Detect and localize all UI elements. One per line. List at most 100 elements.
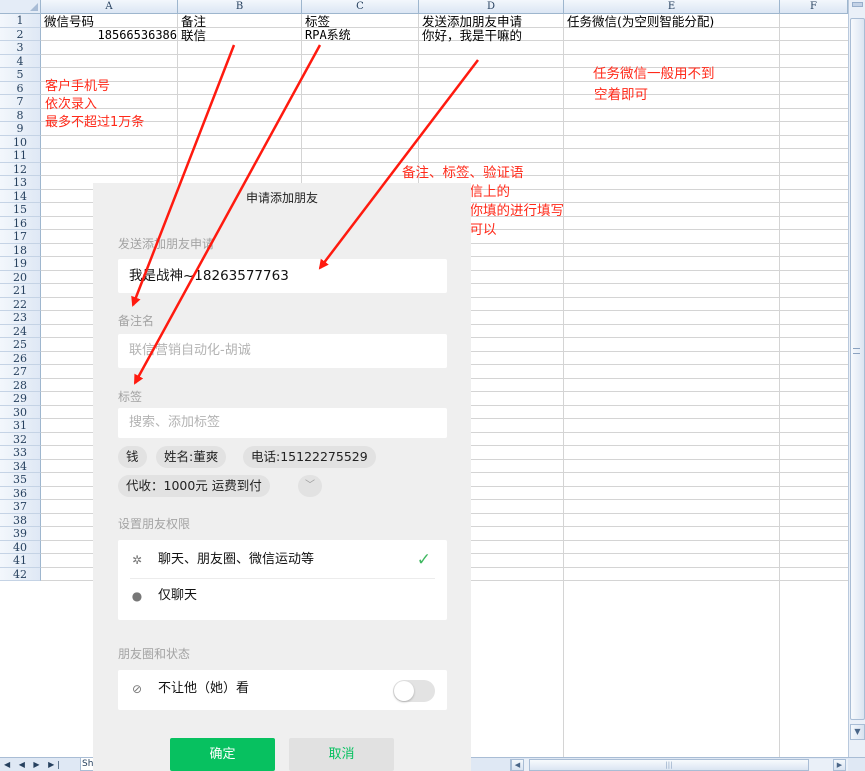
row-header-7[interactable]: 7 <box>0 95 41 109</box>
cell-d1[interactable]: 发送添加朋友申请 <box>422 15 522 28</box>
note-line: 空着即可 <box>594 87 648 103</box>
row-header-33[interactable]: 33 <box>0 446 41 460</box>
cell-a2[interactable]: 18566536386 <box>44 29 177 42</box>
row-header-39[interactable]: 39 <box>0 527 41 541</box>
row-header-11[interactable]: 11 <box>0 149 41 163</box>
remark-name-input[interactable]: 联信营销自动化-胡诚 <box>118 334 447 368</box>
row-header-28[interactable]: 28 <box>0 378 41 392</box>
moments-icon: ✲ <box>131 553 143 567</box>
row-header-6[interactable]: 6 <box>0 81 41 95</box>
sheet-nav-buttons[interactable]: ◀ ◀ ▶ ▶| <box>0 758 63 771</box>
row-header-19[interactable]: 19 <box>0 257 41 271</box>
hide-moments-label: 不让他（她）看 <box>158 681 250 696</box>
split-handle[interactable] <box>852 2 863 7</box>
add-friend-dialog: 申请添加朋友 发送添加朋友申请 我是战神~18263577763 备注名 联信营… <box>93 183 471 771</box>
row-header-38[interactable]: 38 <box>0 513 41 527</box>
cell-b2[interactable]: 联信 <box>181 29 206 42</box>
cell-a1[interactable]: 微信号码 <box>44 15 94 28</box>
row-header-24[interactable]: 24 <box>0 324 41 338</box>
row-header-5[interactable]: 5 <box>0 68 41 82</box>
grip-icon <box>853 348 860 354</box>
row-header-22[interactable]: 22 <box>0 297 41 311</box>
cell-b1[interactable]: 备注 <box>181 15 206 28</box>
row-header-2[interactable]: 2 <box>0 27 41 41</box>
row-header-4[interactable]: 4 <box>0 54 41 68</box>
tag-chip[interactable]: 代收：1000元 运费到付 <box>118 475 270 497</box>
check-icon: ✓ <box>416 550 431 570</box>
row-header-34[interactable]: 34 <box>0 459 41 473</box>
confirm-button[interactable]: 确定 <box>170 738 275 771</box>
row-header-26[interactable]: 26 <box>0 351 41 365</box>
row-header-15[interactable]: 15 <box>0 203 41 217</box>
vertical-scrollbar[interactable]: ▼ <box>848 0 865 757</box>
chevron-down-icon[interactable]: ﹀ <box>298 475 322 497</box>
cell-d2[interactable]: 你好，我是干嘛的 <box>422 29 522 42</box>
permission-option-chat-only[interactable]: ● 仅聊天 <box>118 579 447 613</box>
row-header-3[interactable]: 3 <box>0 41 41 55</box>
column-header-c[interactable]: C <box>302 0 419 14</box>
hscroll-thumb[interactable]: ||| <box>529 759 809 771</box>
row-header-36[interactable]: 36 <box>0 486 41 500</box>
grid-line <box>41 67 848 68</box>
column-header-b[interactable]: B <box>178 0 302 14</box>
row-header-32[interactable]: 32 <box>0 432 41 446</box>
row-header-20[interactable]: 20 <box>0 270 41 284</box>
row-header-42[interactable]: 42 <box>0 567 41 581</box>
row-header-18[interactable]: 18 <box>0 243 41 257</box>
column-header-e[interactable]: E <box>564 0 780 14</box>
row-header-8[interactable]: 8 <box>0 108 41 122</box>
moments-panel: ⊘ 不让他（她）看 <box>118 670 447 710</box>
row-header-23[interactable]: 23 <box>0 311 41 325</box>
row-header-31[interactable]: 31 <box>0 419 41 433</box>
cell-e1[interactable]: 任务微信(为空则智能分配) <box>567 15 714 28</box>
note-line: 客户手机号 <box>45 79 111 94</box>
tag-section-label: 标签 <box>118 390 143 404</box>
horizontal-scrollbar[interactable]: ◀ ||| ▶ <box>510 759 848 771</box>
row-header-9[interactable]: 9 <box>0 122 41 136</box>
row-header-35[interactable]: 35 <box>0 473 41 487</box>
row-header-29[interactable]: 29 <box>0 392 41 406</box>
app-window: ABCDEF 1 2 3 4 5 6 7 8 9 10 11 12 13 14 15 16 17 18 19 20 21… <box>0 0 865 771</box>
column-header-f[interactable]: F <box>780 0 848 14</box>
cancel-button[interactable]: 取消 <box>289 738 394 771</box>
hide-moments-option[interactable]: ⊘ 不让他（她）看 <box>118 672 447 706</box>
scroll-left-button[interactable]: ◀ <box>511 759 524 771</box>
row-header-40[interactable]: 40 <box>0 540 41 554</box>
row-header-21[interactable]: 21 <box>0 284 41 298</box>
tag-search-input[interactable]: 搜索、添加标签 <box>118 408 447 438</box>
row-header-16[interactable]: 16 <box>0 216 41 230</box>
row-header-41[interactable]: 41 <box>0 554 41 568</box>
select-all-corner[interactable] <box>0 0 41 14</box>
grid-line <box>41 80 848 82</box>
row-header-17[interactable]: 17 <box>0 230 41 244</box>
row-header-27[interactable]: 27 <box>0 365 41 379</box>
scroll-right-button[interactable]: ▶ <box>833 759 846 771</box>
tag-chip[interactable]: 钱 <box>118 446 147 468</box>
tag-chip[interactable]: 电话:15122275529 <box>243 446 376 468</box>
hide-moments-toggle[interactable] <box>393 680 435 702</box>
grid-line <box>41 121 848 122</box>
row-header-12[interactable]: 12 <box>0 162 41 176</box>
note-line: 任务微信一般用不到 <box>593 66 715 82</box>
scroll-thumb[interactable] <box>850 18 865 720</box>
dialog-title: 申请添加朋友 <box>245 191 318 205</box>
row-header-30[interactable]: 30 <box>0 405 41 419</box>
row-header-37[interactable]: 37 <box>0 500 41 514</box>
permission-option-all[interactable]: ✲ 聊天、朋友圈、微信运动等 ✓ <box>118 543 447 577</box>
row-header-14[interactable]: 14 <box>0 189 41 203</box>
cell-c1[interactable]: 标签 <box>305 15 330 28</box>
tag-chip[interactable]: 姓名:董爽 <box>156 446 227 468</box>
note-task-wechat: 任务微信一般用不到 空着即可 <box>593 64 715 106</box>
cell-c2[interactable]: RPA系统 <box>305 29 351 42</box>
row-header-13[interactable]: 13 <box>0 176 41 190</box>
moments-section-label: 朋友圈和状态 <box>118 647 191 661</box>
lock-icon: ⊘ <box>131 682 143 696</box>
scroll-down-button[interactable]: ▼ <box>850 724 865 740</box>
row-header-25[interactable]: 25 <box>0 338 41 352</box>
user-icon: ● <box>131 589 143 603</box>
row-header-10[interactable]: 10 <box>0 135 41 149</box>
row-header-1[interactable]: 1 <box>0 14 41 28</box>
column-header-d[interactable]: D <box>419 0 564 14</box>
column-header-a[interactable]: A <box>41 0 178 14</box>
request-message-input[interactable]: 我是战神~18263577763 <box>118 259 447 293</box>
